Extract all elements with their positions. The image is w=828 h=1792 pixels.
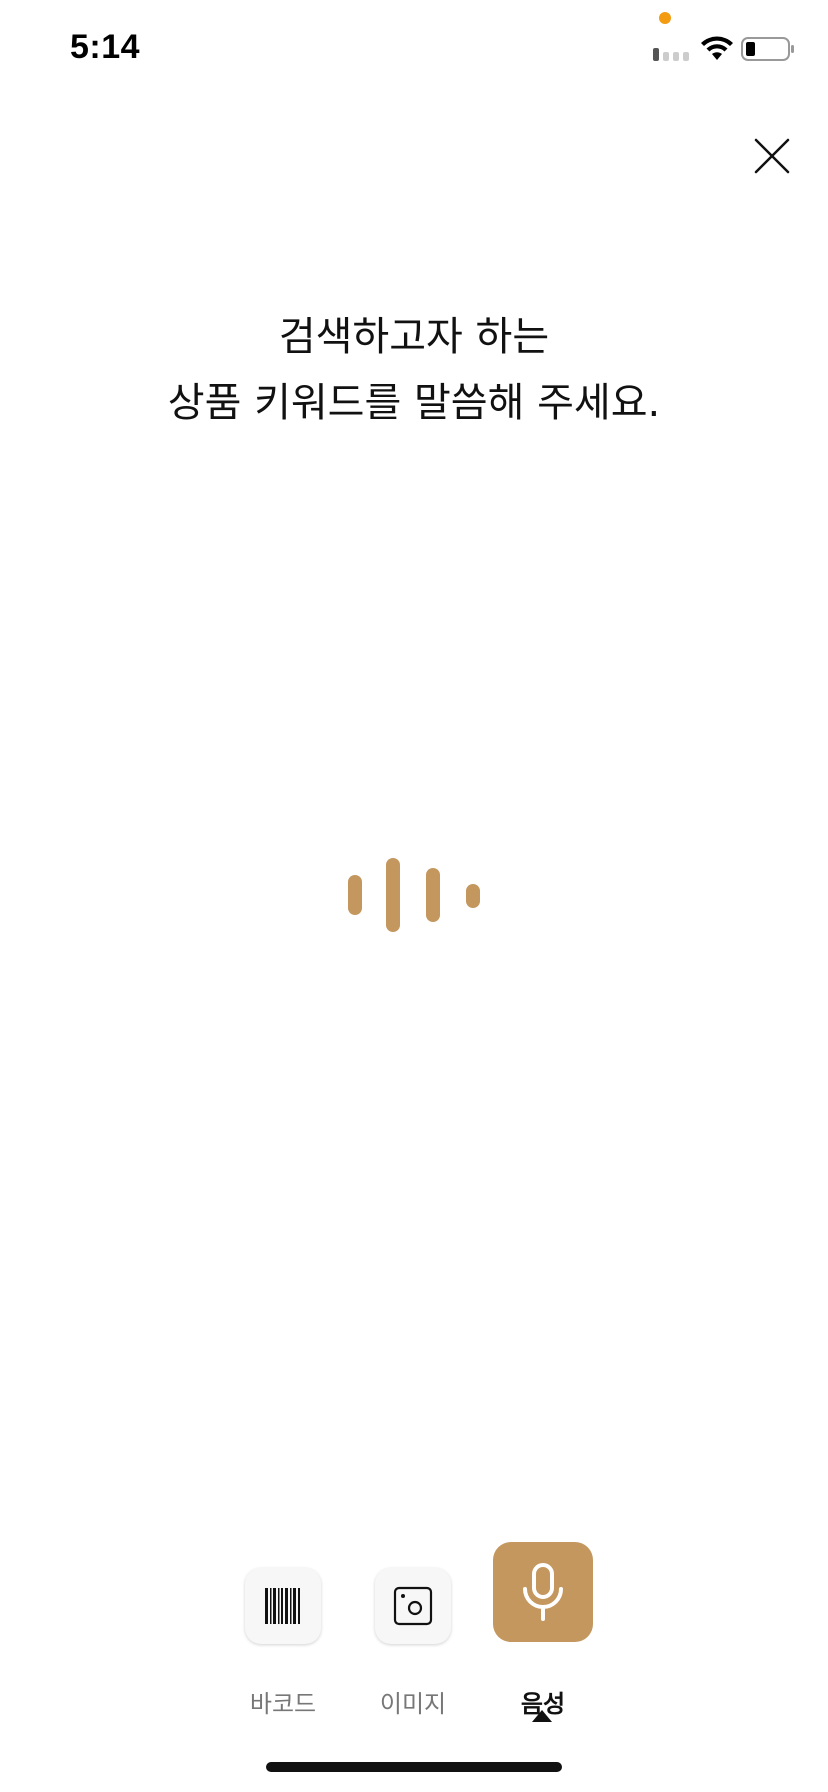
wave-bar bbox=[426, 868, 440, 922]
active-mode-indicator bbox=[532, 1710, 552, 1722]
cellular-signal-icon bbox=[653, 48, 689, 61]
barcode-button[interactable] bbox=[245, 1568, 321, 1644]
mode-tab-voice[interactable]: 음성 bbox=[493, 1542, 593, 1718]
wave-bar bbox=[386, 858, 400, 932]
wave-bar bbox=[466, 884, 480, 908]
prompt-line-1: 검색하고자 하는 bbox=[278, 314, 550, 360]
image-button[interactable] bbox=[375, 1568, 451, 1644]
voice-prompt: 검색하고자 하는 상품 키워드를 말씀해 주세요. bbox=[0, 304, 828, 436]
mode-label-image: 이미지 bbox=[379, 1690, 447, 1718]
battery-icon bbox=[741, 37, 794, 61]
image-icon bbox=[393, 1586, 433, 1626]
barcode-icon bbox=[265, 1588, 300, 1624]
voice-wave-indicator bbox=[340, 850, 490, 940]
home-indicator[interactable] bbox=[266, 1762, 562, 1772]
voice-button[interactable] bbox=[493, 1542, 593, 1642]
prompt-line-2: 상품 키워드를 말씀해 주세요. bbox=[167, 380, 661, 426]
wifi-icon bbox=[701, 36, 733, 60]
voice-search-screen: 5:14 검색하고자 하는 상품 키워드를 말씀해 주세요. 바코드 이미지 음… bbox=[0, 0, 828, 1792]
status-time: 5:14 bbox=[70, 28, 141, 66]
mode-tab-image[interactable]: 이미지 bbox=[375, 1568, 451, 1718]
search-mode-bar: 바코드 이미지 음성 bbox=[0, 1540, 828, 1740]
status-bar: 5:14 bbox=[0, 0, 828, 100]
mode-tab-barcode[interactable]: 바코드 bbox=[245, 1568, 321, 1718]
close-button[interactable] bbox=[752, 136, 792, 176]
microphone-icon bbox=[523, 1563, 563, 1621]
wave-bar bbox=[348, 875, 362, 915]
mode-label-barcode: 바코드 bbox=[249, 1690, 317, 1718]
privacy-indicator-dot bbox=[659, 12, 671, 24]
